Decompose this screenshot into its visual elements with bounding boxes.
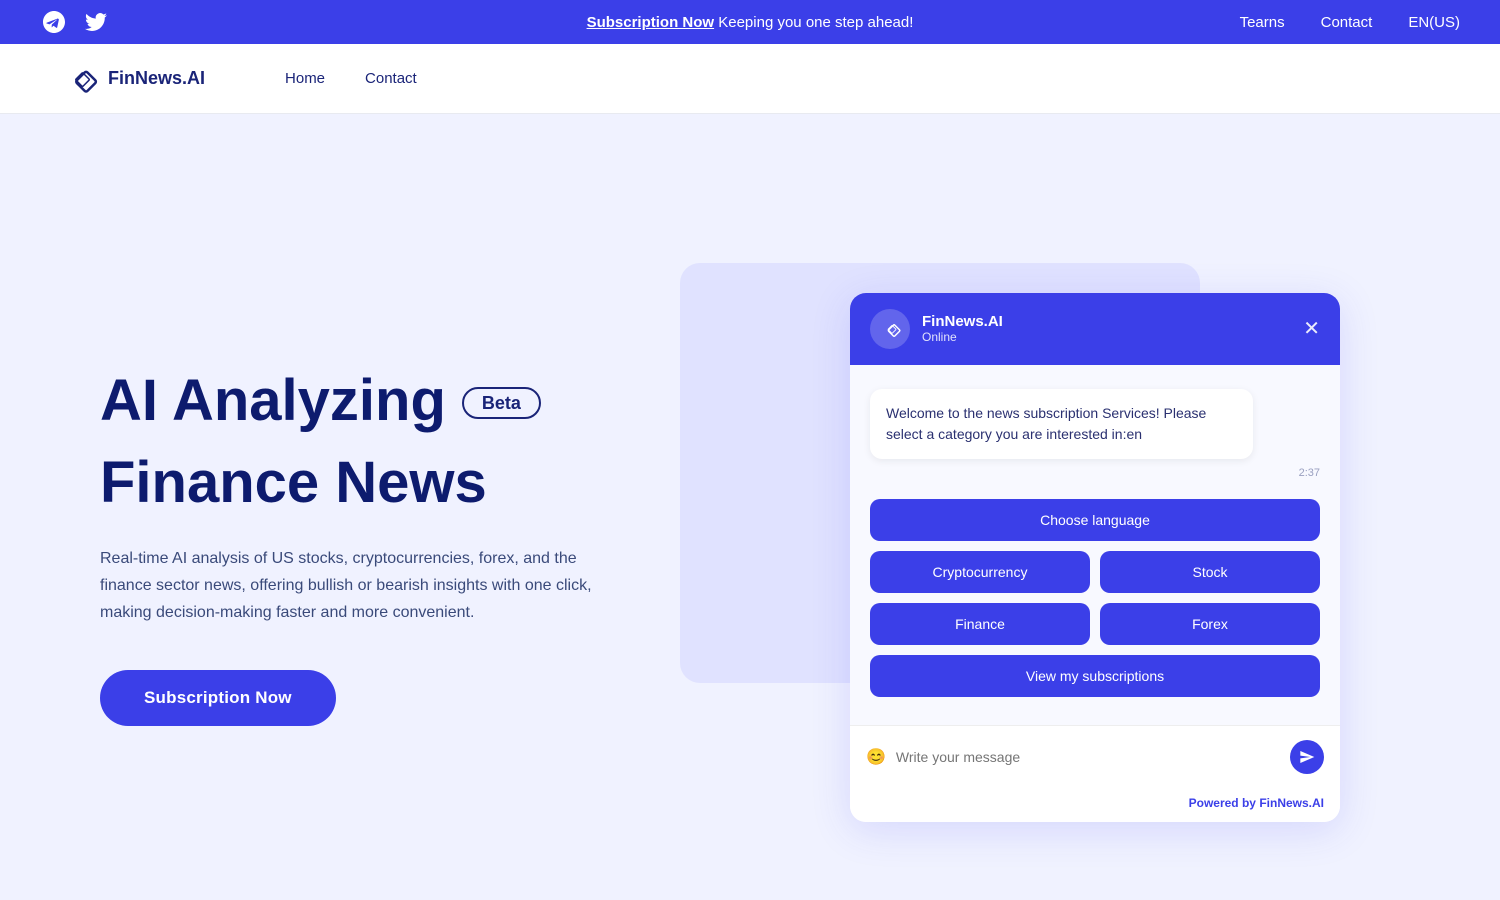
chat-header-status: Online xyxy=(922,330,1003,344)
right-content: FinNews.AI Online ✕ Welcome to the news … xyxy=(650,273,1420,802)
banner-tagline: Keeping you one step ahead! xyxy=(714,14,913,31)
chat-message-input[interactable] xyxy=(896,749,1280,765)
subscription-link[interactable]: Subscription Now xyxy=(587,14,715,31)
hero-title-line1: AI Analyzing Beta xyxy=(100,368,541,435)
chat-footer: 😊 xyxy=(850,725,1340,788)
hero-title-text1: AI Analyzing xyxy=(100,368,446,435)
nav-links: Home Contact xyxy=(285,70,417,87)
hero-title-line2: Finance News xyxy=(100,450,650,517)
close-icon[interactable]: ✕ xyxy=(1303,316,1320,341)
stock-button[interactable]: Stock xyxy=(1100,551,1320,593)
nav-contact[interactable]: Contact xyxy=(365,70,417,87)
logo-text: FinNews.AI xyxy=(108,68,205,89)
top-banner: Subscription Now Keeping you one step ah… xyxy=(0,0,1500,44)
nav-language[interactable]: EN(US) xyxy=(1408,14,1460,31)
chat-powered: Powered by FinNews.AI xyxy=(850,788,1340,822)
send-button[interactable] xyxy=(1290,740,1324,774)
banner-center: Subscription Now Keeping you one step ah… xyxy=(587,14,914,31)
nav-tearns[interactable]: Tearns xyxy=(1240,14,1285,31)
subscription-now-button[interactable]: Subscription Now xyxy=(100,670,336,726)
twitter-icon[interactable] xyxy=(82,8,110,36)
hero-subtitle: Real-time AI analysis of US stocks, cryp… xyxy=(100,545,620,627)
hero-title: AI Analyzing Beta Finance News xyxy=(100,368,650,517)
emoji-icon: 😊 xyxy=(866,747,886,767)
view-subscriptions-button[interactable]: View my subscriptions xyxy=(870,655,1320,697)
chat-body: Welcome to the news subscription Service… xyxy=(850,365,1340,725)
chat-avatar xyxy=(870,309,910,349)
chat-timestamp: 2:37 xyxy=(870,467,1320,479)
chat-header: FinNews.AI Online ✕ xyxy=(850,293,1340,365)
powered-by-label: Powered by xyxy=(1189,796,1256,810)
chat-widget: FinNews.AI Online ✕ Welcome to the news … xyxy=(850,293,1340,822)
chat-header-name: FinNews.AI xyxy=(922,313,1003,330)
chat-buttons: Choose language Cryptocurrency Stock Fin… xyxy=(870,499,1320,697)
nav-contact-top[interactable]: Contact xyxy=(1321,14,1373,31)
chat-btn-row-2: Finance Forex xyxy=(870,603,1320,645)
finance-button[interactable]: Finance xyxy=(870,603,1090,645)
left-content: AI Analyzing Beta Finance News Real-time… xyxy=(100,348,650,727)
hero-title-text2: Finance News xyxy=(100,450,487,515)
banner-left xyxy=(40,8,110,36)
banner-right: Tearns Contact EN(US) xyxy=(1240,14,1460,31)
powered-by-brand: FinNews.AI xyxy=(1256,796,1324,810)
chat-header-info: FinNews.AI Online xyxy=(922,313,1003,344)
telegram-icon[interactable] xyxy=(40,8,68,36)
main-content: AI Analyzing Beta Finance News Real-time… xyxy=(0,114,1500,900)
chat-welcome-message: Welcome to the news subscription Service… xyxy=(870,389,1253,459)
forex-button[interactable]: Forex xyxy=(1100,603,1320,645)
choose-language-button[interactable]: Choose language xyxy=(870,499,1320,541)
navbar: FinNews.AI Home Contact xyxy=(0,44,1500,114)
beta-badge: Beta xyxy=(462,387,541,420)
chat-header-left: FinNews.AI Online xyxy=(870,309,1003,349)
chat-btn-row-1: Cryptocurrency Stock xyxy=(870,551,1320,593)
nav-home[interactable]: Home xyxy=(285,70,325,87)
cryptocurrency-button[interactable]: Cryptocurrency xyxy=(870,551,1090,593)
logo[interactable]: FinNews.AI xyxy=(60,60,205,98)
